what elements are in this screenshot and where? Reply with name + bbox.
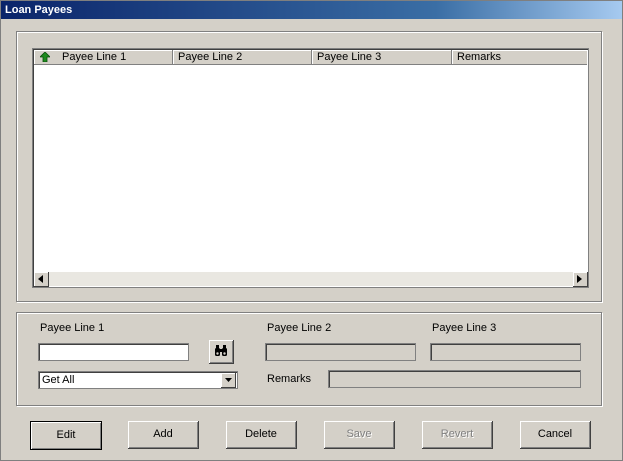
sort-ascending-icon [40,52,50,62]
payee-line-1-input[interactable] [39,344,188,360]
revert-button[interactable]: Revert [422,421,493,449]
dropdown-button[interactable] [221,373,236,388]
column-label: Payee Line 3 [317,51,382,63]
arrow-right-icon [577,275,582,283]
edit-button[interactable]: Edit [30,421,102,450]
payee-line-3-field[interactable] [430,343,581,361]
window-title: Loan Payees [5,4,73,16]
column-label: Remarks [457,51,502,63]
remarks-input[interactable] [329,371,580,387]
horizontal-scrollbar[interactable] [34,272,588,287]
delete-button[interactable]: Delete [226,421,297,449]
column-header-remarks[interactable]: Remarks [452,50,587,64]
payee-list-view[interactable]: Payee Line 1 Payee Line 2 Payee Line 3 R… [32,48,589,288]
loan-payees-window: Loan Payees Payee Line 1 Payee Line 2 Pa… [0,0,623,461]
filter-dropdown[interactable]: Get All [38,371,238,389]
list-header: Payee Line 1 Payee Line 2 Payee Line 3 R… [34,50,587,65]
payee-line-2-input[interactable] [266,344,415,360]
column-header-payee-line-1[interactable]: Payee Line 1 [34,50,173,64]
payee-line-3-input[interactable] [431,344,580,360]
remarks-label: Remarks [267,373,312,385]
chevron-down-icon [225,378,232,382]
add-button[interactable]: Add [128,421,199,449]
payee-line-1-field[interactable] [38,343,189,361]
save-button[interactable]: Save [324,421,395,449]
find-button[interactable] [209,340,234,364]
payee-line-2-label: Payee Line 2 [267,322,332,334]
column-label: Payee Line 1 [62,51,127,63]
column-label: Payee Line 2 [178,51,243,63]
title-bar[interactable]: Loan Payees [1,1,622,19]
payee-line-2-field[interactable] [265,343,416,361]
filter-selected-value: Get All [42,374,75,386]
cancel-button[interactable]: Cancel [520,421,591,449]
binoculars-icon [215,345,227,356]
remarks-field[interactable] [328,370,581,388]
column-header-payee-line-3[interactable]: Payee Line 3 [312,50,452,64]
arrow-left-icon [38,275,43,283]
payee-line-1-label: Payee Line 1 [40,322,105,334]
payee-line-3-label: Payee Line 3 [432,322,497,334]
scroll-right-button[interactable] [573,272,588,287]
scroll-left-button[interactable] [34,272,49,287]
column-header-payee-line-2[interactable]: Payee Line 2 [173,50,312,64]
